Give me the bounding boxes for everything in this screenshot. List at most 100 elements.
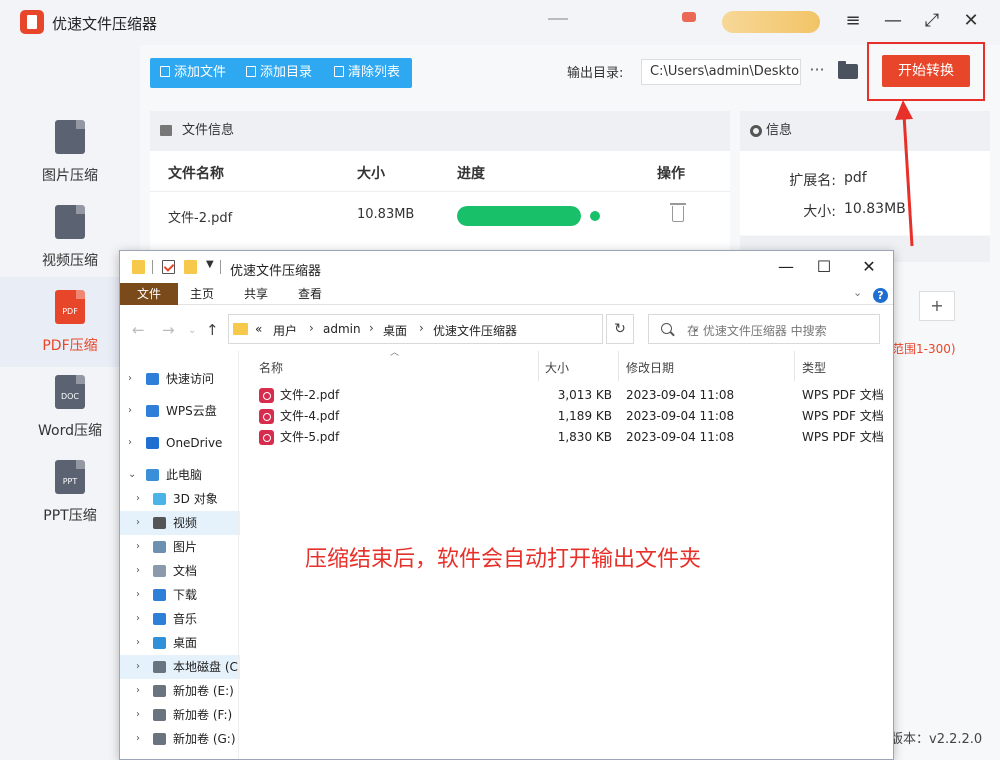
file-explorer-window: ▼ 优速文件压缩器 — ☐ ✕ 文件 主页 共享 查看 ⌄ ? ← → ⌄ ↑ … [119, 250, 894, 760]
image-file-icon [55, 120, 85, 154]
explorer-maximize-button[interactable]: ☐ [813, 256, 835, 278]
refresh-icon[interactable]: ↻ [606, 314, 634, 344]
maximize-button[interactable]: ⤢ [921, 10, 943, 32]
nav-item[interactable]: ⌄ 此电脑 [120, 463, 240, 487]
nav-item[interactable]: › 新加卷 (F:) [120, 703, 240, 727]
col-size[interactable]: 大小 [545, 359, 569, 376]
nav-item[interactable]: › 音乐 [120, 607, 240, 631]
start-convert-button[interactable]: 开始转换 [882, 55, 970, 87]
chevron-down-icon[interactable]: ▼ [206, 259, 214, 270]
breadcrumb-users[interactable]: 用户 [273, 322, 297, 339]
close-button[interactable]: ✕ [960, 10, 982, 32]
minimize-button[interactable]: — [882, 10, 904, 32]
computer-icon [146, 469, 159, 481]
file-type: WPS PDF 文档 [802, 430, 884, 444]
forward-arrow-icon[interactable]: → [162, 321, 175, 339]
nav-item[interactable]: › 新加卷 (E:) [120, 679, 240, 703]
file-row[interactable]: 文件-5.pdf 1,830 KB 2023-09-04 11:08 WPS P… [240, 427, 893, 448]
file-toolbar: 添加文件 添加目录 清除列表 [150, 58, 412, 88]
pdf-file-icon [259, 388, 274, 403]
nav-item[interactable]: › OneDrive [120, 431, 240, 455]
chevron-right-icon[interactable]: › [128, 367, 132, 391]
chevron-right-icon[interactable]: › [136, 559, 140, 583]
file-size-cell: 10.83MB [357, 207, 415, 222]
recent-chevron-icon[interactable]: ⌄ [188, 325, 196, 336]
chevron-right-icon[interactable]: › [136, 727, 140, 751]
blurred-badge-icon[interactable] [682, 12, 696, 22]
nav-item[interactable]: › 文档 [120, 559, 240, 583]
clear-list-label: 清除列表 [348, 65, 401, 80]
open-folder-icon[interactable] [838, 61, 858, 79]
more-options-button[interactable]: ··· [808, 59, 826, 85]
nav-item[interactable]: › 下载 [120, 583, 240, 607]
delete-icon[interactable] [670, 203, 686, 222]
file-date: 2023-09-04 11:08 [626, 430, 735, 444]
col-date[interactable]: 修改日期 [626, 359, 674, 376]
up-arrow-icon[interactable]: ↑ [206, 321, 219, 339]
nav-item-label: 快速访问 [166, 372, 215, 386]
chevron-right-icon[interactable]: › [136, 631, 140, 655]
sort-ascending-icon: ︿ [390, 348, 400, 358]
output-dir-field[interactable]: C:\Users\admin\Desktop [641, 59, 801, 85]
nav-item[interactable]: › 视频 [120, 511, 240, 535]
nav-item[interactable]: › WPS云盘 [120, 399, 240, 423]
new-folder-icon[interactable] [184, 260, 197, 274]
chevron-right-icon[interactable]: › [136, 607, 140, 631]
chevron-right-icon[interactable]: › [136, 679, 140, 703]
word-file-icon: DOC [55, 375, 85, 409]
nav-item-label: 音乐 [173, 612, 198, 626]
nav-item[interactable]: › 本地磁盘 (C [120, 655, 240, 679]
chevron-down-icon[interactable]: ⌄ [128, 463, 136, 487]
chevron-right-icon[interactable]: › [136, 535, 140, 559]
tab-view[interactable]: 查看 [288, 283, 332, 305]
breadcrumb-current[interactable]: 优速文件压缩器 [433, 322, 517, 339]
address-bar[interactable]: « 用户 › admin › 桌面 › 优速文件压缩器 ⌄ [228, 314, 700, 344]
explorer-close-button[interactable]: ✕ [858, 256, 880, 278]
add-file-button[interactable]: 添加文件 [160, 58, 226, 88]
download-icon [153, 589, 166, 601]
col-type[interactable]: 类型 [802, 359, 826, 376]
clear-list-button[interactable]: 清除列表 [334, 58, 400, 88]
chevron-right-icon[interactable]: › [128, 399, 132, 423]
add-folder-button[interactable]: 添加目录 [246, 58, 312, 88]
chevron-right-icon[interactable]: › [136, 511, 140, 535]
breadcrumb-admin[interactable]: admin [323, 322, 361, 336]
quality-plus-button[interactable]: + [919, 291, 955, 321]
file-info-header: 文件信息 [150, 111, 730, 151]
sidebar-item-image[interactable]: 图片压缩 [0, 120, 140, 205]
title-bar: 优速文件压缩器 ≡ — ⤢ ✕ [0, 0, 1000, 45]
chevron-right-icon[interactable]: › [128, 431, 132, 455]
tab-share[interactable]: 共享 [234, 283, 278, 305]
file-row[interactable]: 文件-4.pdf 1,189 KB 2023-09-04 11:08 WPS P… [240, 406, 893, 427]
tab-home[interactable]: 主页 [180, 283, 224, 305]
nav-item[interactable]: › 桌面 [120, 631, 240, 655]
column-separator[interactable] [618, 351, 619, 381]
video-file-icon [55, 205, 85, 239]
nav-item[interactable]: › 3D 对象 [120, 487, 240, 511]
column-separator[interactable] [794, 351, 795, 381]
breadcrumb-desktop[interactable]: 桌面 [383, 322, 407, 339]
file-row[interactable]: 文件-2.pdf 3,013 KB 2023-09-04 11:08 WPS P… [240, 385, 893, 406]
help-icon[interactable]: ? [873, 288, 888, 303]
search-input[interactable]: 在 优速文件压缩器 中搜索 [648, 314, 880, 344]
chevron-right-icon[interactable]: › [136, 703, 140, 727]
explorer-minimize-button[interactable]: — [775, 256, 797, 278]
nav-item-label: 视频 [173, 516, 198, 530]
chevron-right-icon[interactable]: › [136, 583, 140, 607]
chevron-right-icon[interactable]: › [136, 487, 140, 511]
column-separator[interactable] [538, 351, 539, 381]
blurred-promo-button[interactable] [722, 11, 820, 33]
documents-icon [153, 565, 166, 577]
tab-file[interactable]: 文件 [120, 283, 178, 305]
menu-icon[interactable]: ≡ [842, 10, 864, 32]
properties-icon[interactable] [162, 260, 175, 274]
chevron-right-icon[interactable]: › [136, 655, 140, 679]
breadcrumb-overflow[interactable]: « [255, 322, 262, 336]
file-date: 2023-09-04 11:08 [626, 409, 735, 423]
ribbon-expand-icon[interactable]: ⌄ [853, 286, 862, 299]
nav-item[interactable]: › 新加卷 (G:) [120, 727, 240, 751]
col-name[interactable]: 名称 [259, 359, 283, 376]
nav-item[interactable]: › 快速访问 [120, 367, 240, 391]
back-arrow-icon[interactable]: ← [132, 321, 145, 339]
nav-item[interactable]: › 图片 [120, 535, 240, 559]
